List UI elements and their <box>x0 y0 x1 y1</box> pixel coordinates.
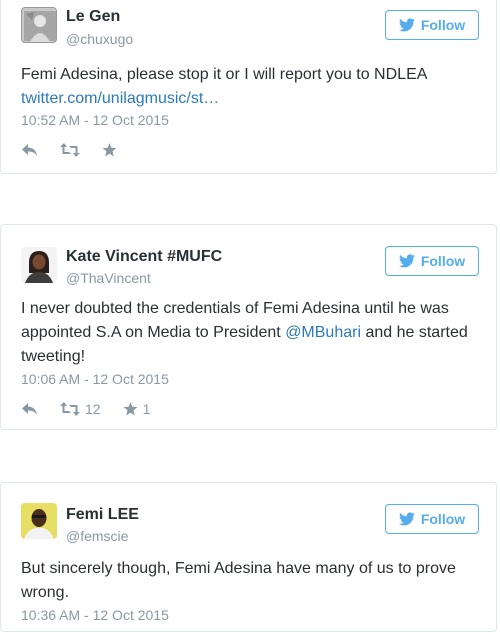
avatar[interactable] <box>21 247 57 283</box>
favorite-star-icon <box>102 143 117 157</box>
mention-link[interactable]: @MBuhari <box>285 324 361 341</box>
username[interactable]: @chuxugo <box>66 31 133 47</box>
avatar[interactable] <box>21 503 57 539</box>
favorite-button[interactable]: 1 <box>123 401 151 417</box>
display-name[interactable]: Femi LEE <box>66 506 139 524</box>
tweet-card: Kate Vincent #MUFC @ThaVincent Follow I … <box>0 224 497 430</box>
tweet-card: Femi LEE @femscie Follow But sincerely t… <box>0 482 497 632</box>
follow-label: Follow <box>420 17 466 33</box>
username[interactable]: @femscie <box>66 528 128 544</box>
timestamp[interactable]: 10:06 AM - 12 Oct 2015 <box>21 371 169 387</box>
tweet-body: Femi Adesina, please stop it or I will r… <box>21 66 428 83</box>
favorite-star-icon <box>123 402 138 416</box>
reply-button[interactable] <box>21 143 38 157</box>
tweet-actions <box>21 140 139 160</box>
timestamp[interactable]: 10:52 AM - 12 Oct 2015 <box>21 112 169 128</box>
follow-button[interactable]: Follow <box>385 246 479 276</box>
avatar[interactable] <box>21 7 57 43</box>
tweet-text: I never doubted the credentials of Femi … <box>21 297 481 369</box>
follow-button[interactable]: Follow <box>385 10 479 40</box>
follow-label: Follow <box>420 253 466 269</box>
twitter-bird-icon <box>398 18 415 32</box>
display-name[interactable]: Le Gen <box>66 8 120 26</box>
reply-button[interactable] <box>21 402 38 416</box>
tweet-text: Femi Adesina, please stop it or I will r… <box>21 63 481 111</box>
favorite-button[interactable] <box>102 143 117 157</box>
retweet-icon <box>60 402 80 416</box>
twitter-bird-icon <box>398 254 415 268</box>
reply-icon <box>22 403 37 415</box>
tweet-actions: 12 1 <box>21 399 172 419</box>
retweet-count: 12 <box>85 401 101 417</box>
follow-label: Follow <box>420 511 466 527</box>
twitter-bird-icon <box>398 512 415 526</box>
retweet-button[interactable]: 12 <box>60 401 101 417</box>
retweet-icon <box>60 143 80 157</box>
retweet-button[interactable] <box>60 143 80 157</box>
tweet-text: But sincerely though, Femi Adesina have … <box>21 560 456 601</box>
tweet-link[interactable]: twitter.com/unilagmusic/st… <box>21 90 219 107</box>
display-name[interactable]: Kate Vincent #MUFC <box>66 248 222 266</box>
username[interactable]: @ThaVincent <box>66 270 151 286</box>
follow-button[interactable]: Follow <box>385 504 479 534</box>
reply-icon <box>22 144 37 156</box>
favorite-count: 1 <box>142 401 151 417</box>
tweet-card: Le Gen @chuxugo Follow Femi Adesina, ple… <box>0 0 497 174</box>
